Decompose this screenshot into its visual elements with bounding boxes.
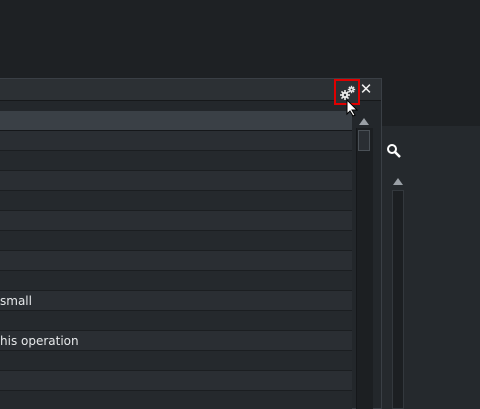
list-item-label: his operation — [0, 334, 79, 348]
list-item[interactable] — [0, 171, 352, 191]
scrollbar-thumb[interactable] — [358, 130, 370, 151]
background-scroll-up-icon[interactable] — [392, 175, 404, 185]
mouse-cursor-icon — [346, 98, 359, 117]
close-button[interactable]: ✕ — [359, 81, 373, 98]
list-item[interactable]: small — [0, 291, 352, 311]
list-item[interactable] — [0, 311, 352, 331]
list-item[interactable] — [0, 351, 352, 371]
list-item[interactable] — [0, 191, 352, 211]
background-scrollbar[interactable] — [392, 190, 404, 409]
list-scrollbar[interactable] — [356, 128, 373, 409]
list-item[interactable]: his operation — [0, 331, 352, 351]
list-item-label: small — [0, 294, 32, 308]
list-item[interactable] — [0, 131, 352, 151]
item-list: small his operation — [0, 111, 352, 409]
list-item[interactable] — [0, 371, 352, 391]
list-item[interactable] — [0, 211, 352, 231]
list-item[interactable] — [0, 151, 352, 171]
list-item[interactable] — [0, 271, 352, 291]
search-icon[interactable] — [386, 143, 404, 161]
list-item[interactable] — [0, 391, 352, 409]
scroll-up-icon[interactable] — [358, 115, 370, 125]
list-item[interactable] — [0, 231, 352, 251]
dialog-titlebar — [0, 79, 381, 101]
list-header-row[interactable] — [0, 111, 352, 131]
list-item[interactable] — [0, 251, 352, 271]
